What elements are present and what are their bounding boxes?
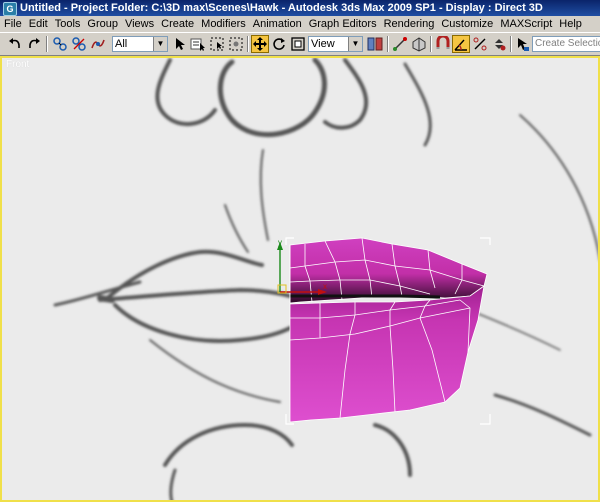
keyboard-shortcut-override-icon[interactable] xyxy=(410,35,428,53)
title-bar: G Untitled - Project Folder: C:\3D max\Sc… xyxy=(0,0,600,16)
menu-graph-editors[interactable]: Graph Editors xyxy=(305,16,380,32)
percent-snap-toggle-icon[interactable] xyxy=(471,35,489,53)
toolbar-separator xyxy=(46,36,48,52)
toolbar-separator xyxy=(387,36,389,52)
toolbar-separator xyxy=(510,36,512,52)
select-and-link-icon[interactable] xyxy=(51,35,69,53)
menu-customize[interactable]: Customize xyxy=(437,16,496,32)
menu-animation[interactable]: Animation xyxy=(249,16,305,32)
rectangular-selection-region-icon[interactable] xyxy=(208,35,226,53)
select-and-rotate-icon[interactable] xyxy=(270,35,288,53)
undo-icon[interactable] xyxy=(6,35,24,53)
menu-file[interactable]: File xyxy=(0,16,25,32)
bind-to-space-warp-icon[interactable] xyxy=(89,35,107,53)
snaps-toggle-icon[interactable] xyxy=(434,35,452,53)
chevron-down-icon: ▼ xyxy=(348,37,362,51)
window-crossing-icon[interactable] xyxy=(227,35,245,53)
reference-coordinate-value: View xyxy=(311,38,335,50)
named-selection-set-input[interactable]: Create Selection xyxy=(532,36,600,52)
menu-views[interactable]: Views xyxy=(121,16,157,32)
menu-create[interactable]: Create xyxy=(157,16,197,32)
reference-coordinate-dropdown[interactable]: View ▼ xyxy=(308,36,363,52)
menu-help[interactable]: Help xyxy=(555,16,585,32)
menu-group[interactable]: Group xyxy=(83,16,121,32)
toolbar-separator xyxy=(247,36,249,52)
chevron-down-icon: ▼ xyxy=(153,37,167,51)
menu-maxscript[interactable]: MAXScript xyxy=(496,16,555,32)
angle-snap-toggle-icon[interactable] xyxy=(452,35,470,53)
selection-filter-value: All xyxy=(115,38,128,50)
lip-mesh-object[interactable] xyxy=(289,237,488,423)
menu-rendering[interactable]: Rendering xyxy=(380,16,438,32)
window-title: Untitled - Project Folder: C:\3D max\Sce… xyxy=(20,2,543,14)
menu-edit[interactable]: Edit xyxy=(25,16,51,32)
select-object-icon[interactable] xyxy=(171,35,189,53)
viewport-scene: y x xyxy=(53,58,598,500)
unlink-selection-icon[interactable] xyxy=(70,35,88,53)
svg-text:y: y xyxy=(278,238,282,247)
select-and-move-icon[interactable] xyxy=(251,35,269,53)
redo-icon[interactable] xyxy=(25,35,43,53)
viewport-label[interactable]: Front xyxy=(6,59,29,70)
edit-named-selection-sets-icon[interactable] xyxy=(513,35,531,53)
spinner-snap-toggle-icon[interactable] xyxy=(490,35,508,53)
select-by-name-icon[interactable] xyxy=(189,35,207,53)
front-viewport[interactable]: y x Front xyxy=(0,56,600,502)
menu-tools[interactable]: Tools xyxy=(51,16,84,32)
select-and-scale-icon[interactable] xyxy=(289,35,307,53)
select-and-manipulate-icon[interactable] xyxy=(391,35,409,53)
toolbar-separator xyxy=(430,36,432,52)
selection-filter-dropdown[interactable]: All ▼ xyxy=(112,36,168,52)
svg-text:x: x xyxy=(323,282,327,291)
3dsmax-app-icon[interactable]: G xyxy=(3,2,17,16)
menu-modifiers[interactable]: Modifiers xyxy=(197,16,249,32)
menu-bar: File Edit Tools Group Views Create Modifiers An… xyxy=(0,16,600,32)
pivot-point-center-icon[interactable] xyxy=(366,35,384,53)
main-toolbar: All ▼ View ▼ Create Selecti xyxy=(0,32,600,56)
